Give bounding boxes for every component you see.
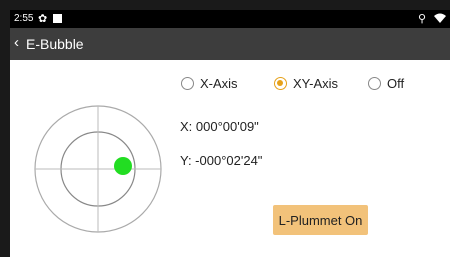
location-icon: ⚲: [418, 13, 427, 25]
bubble-content: X-Axis XY-Axis Off X: 000°00'09" Y: -000…: [10, 60, 450, 257]
screen: 2:55 ✿ ⚲ ‹ E-Bubble X-Axis XY-Axis Off X…: [10, 10, 450, 257]
x-reading: X: 000°00'09": [180, 119, 259, 134]
device-frame: 2:55 ✿ ⚲ ‹ E-Bubble X-Axis XY-Axis Off X…: [0, 0, 450, 257]
radio-button-icon[interactable]: [368, 77, 381, 90]
gear-icon: ✿: [38, 13, 48, 25]
bubble: [114, 157, 132, 175]
radio-button-icon[interactable]: [274, 77, 287, 90]
radio-label: XY-Axis: [293, 76, 339, 91]
status-time: 2:55: [14, 13, 34, 24]
y-reading: Y: -000°02'24": [180, 153, 263, 168]
radio-off[interactable]: Off: [368, 76, 404, 91]
status-bar: 2:55 ✿ ⚲: [10, 10, 450, 28]
title-bar: ‹ E-Bubble: [10, 28, 450, 60]
wifi-icon: [433, 11, 447, 28]
radio-label: Off: [387, 76, 405, 91]
square-icon: [53, 14, 62, 23]
page-title: E-Bubble: [26, 36, 84, 52]
plummet-button[interactable]: L-Plummet On: [273, 205, 368, 235]
chevron-left-icon[interactable]: ‹: [14, 34, 19, 51]
radio-xy-axis[interactable]: XY-Axis: [274, 76, 338, 91]
